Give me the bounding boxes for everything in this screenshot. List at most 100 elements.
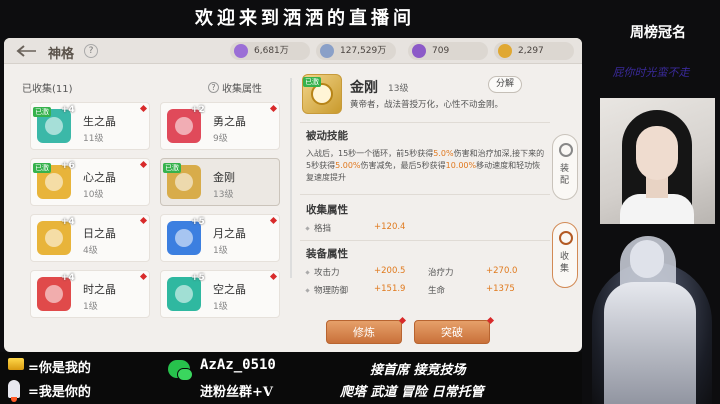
- plus-level: +5: [191, 217, 205, 227]
- collected-count: 已收集(11): [22, 84, 73, 95]
- gold-bar-icon: [8, 358, 24, 370]
- crystal-level: 13级: [213, 190, 234, 200]
- panel-header: 神格 ? 6,681万 127,529万 709 2,297: [4, 38, 582, 64]
- crystal-detail: 已激 金刚 13级 黄帝者，战法普授万化，心性不动金刚。 分解 被动技能 入战后…: [300, 68, 550, 352]
- attr-name: 格挡: [314, 224, 332, 234]
- crystal-card-sun[interactable]: +4 日之晶 4级: [30, 214, 150, 262]
- attr-value: +270.0: [486, 266, 518, 276]
- wechat-icon: [168, 360, 193, 381]
- crystal-level: 11级: [83, 134, 104, 144]
- crystal-level: 9级: [213, 134, 228, 144]
- crystal-card-time[interactable]: +4 时之晶 1级: [30, 270, 150, 318]
- red-dot-icon: [139, 272, 148, 281]
- detail-level: 13级: [388, 84, 409, 94]
- crystal-card-vajra[interactable]: 已激 金刚 13级: [160, 158, 280, 206]
- attr-value: +200.5: [374, 266, 406, 276]
- crystal-level: 1级: [213, 302, 228, 312]
- resource-value: 6,681万: [254, 46, 289, 56]
- gold-coin-icon: [498, 44, 512, 58]
- divider: [300, 122, 550, 123]
- owned-tag: 已激: [303, 77, 321, 87]
- tab-collect[interactable]: 收集: [552, 222, 578, 288]
- crystal-name: 时之晶: [83, 283, 116, 296]
- back-arrow-icon: [16, 45, 36, 57]
- attr-row: 物理防御 +151.9 生命 +1375: [300, 284, 550, 298]
- collection-attr-title: 收集属性: [306, 204, 348, 216]
- attr-name: 攻击力: [314, 268, 340, 278]
- red-dot-icon: [139, 160, 148, 169]
- red-dot-icon: [269, 272, 278, 281]
- back-button[interactable]: [12, 42, 42, 60]
- crystal-level: 1级: [83, 302, 98, 312]
- weekly-rank-title: 周榜冠名: [630, 25, 686, 41]
- character-avatar: [582, 222, 720, 404]
- crystal-name: 月之晶: [213, 227, 246, 240]
- list-scrollbar[interactable]: [290, 78, 292, 278]
- plus-level: +4: [61, 105, 75, 115]
- resource-purple-crystal: 6,681万: [230, 42, 310, 60]
- crystal-level: 10级: [83, 190, 104, 200]
- equip-attr-title: 装备属性: [306, 248, 348, 260]
- collection-attributes-link[interactable]: ? 收集属性: [208, 80, 262, 95]
- silver-crystal-icon: [320, 44, 334, 58]
- passive-skill-text: 入战后，15秒一个循环，前5秒获得5.0%伤害和治疗加深,接下来的5秒获得5.0…: [306, 149, 545, 182]
- crystal-card-heart[interactable]: 已激 +6 心之晶 10级: [30, 158, 150, 206]
- tab-label: 装配: [560, 164, 570, 186]
- webcam-feed: [600, 98, 715, 224]
- purple-gem-icon: [412, 44, 426, 58]
- crystal-card-moon[interactable]: +5 月之晶 1级: [160, 214, 280, 262]
- rocket-icon: [8, 380, 20, 402]
- crystal-name: 日之晶: [83, 227, 116, 240]
- attr-row: 攻击力 +200.5 治疗力 +270.0: [300, 266, 550, 280]
- crystal-name: 金刚: [213, 171, 235, 184]
- resource-silver-crystal: 127,529万: [316, 42, 396, 60]
- attr-name: 治疗力: [428, 268, 454, 278]
- collect-icon: [559, 231, 573, 245]
- crystal-card-life[interactable]: 已激 +4 生之晶 11级: [30, 102, 150, 150]
- divine-panel: 神格 ? 6,681万 127,529万 709 2,297 已收集(11) ?…: [4, 38, 582, 352]
- wechat-id: AzAz_0510: [200, 357, 276, 373]
- breakthrough-button[interactable]: 突破: [414, 320, 490, 344]
- attr-value: +1375: [486, 284, 515, 294]
- red-dot-icon: [139, 216, 148, 225]
- attr-name: 生命: [428, 286, 446, 296]
- services-line-1: 接首席 接竞技场: [370, 363, 466, 378]
- plus-level: +4: [61, 217, 75, 227]
- detail-description: 黄帝者，战法普授万化，心性不动金刚。: [350, 100, 504, 110]
- red-dot-icon: [139, 104, 148, 113]
- red-dot-icon: [269, 216, 278, 225]
- crystal-card-void[interactable]: +5 空之晶 1级: [160, 270, 280, 318]
- equip-icon: [559, 143, 573, 157]
- help-icon[interactable]: ?: [84, 44, 98, 58]
- legend-rocket: =我是你的: [28, 385, 91, 400]
- services-line-2: 爬塔 武道 冒险 日常托管: [340, 385, 484, 400]
- crystal-name: 空之晶: [213, 283, 246, 296]
- crystal-card-courage[interactable]: +2 勇之晶 9级: [160, 102, 280, 150]
- owned-tag: 已激: [33, 107, 51, 117]
- detail-name: 金刚: [350, 80, 378, 96]
- attr-value: +120.4: [374, 222, 406, 232]
- decompose-button[interactable]: 分解: [488, 76, 522, 93]
- divider: [300, 194, 550, 195]
- stream-title: 欢迎来到洒洒的直播间: [195, 8, 415, 29]
- cultivate-button[interactable]: 修炼: [326, 320, 402, 344]
- purple-crystal-icon: [234, 44, 248, 58]
- divider: [300, 240, 550, 241]
- page-title: 神格: [48, 47, 75, 62]
- crystal-level: 1级: [213, 246, 228, 256]
- question-icon: ?: [208, 82, 219, 93]
- weekly-rank-name: 屁你时光蛮不走: [612, 66, 690, 79]
- resource-value: 127,529万: [340, 46, 387, 56]
- collection-list: 已收集(11) ? 收集属性 已激 +4 生之晶 11级 +2 勇之晶 9级 已…: [22, 68, 282, 352]
- plus-level: +4: [61, 273, 75, 283]
- owned-tag: 已激: [163, 163, 181, 173]
- tab-equip[interactable]: 装配: [552, 134, 578, 200]
- crystal-name: 心之晶: [83, 171, 116, 184]
- resource-gold-coin: 2,297: [494, 42, 574, 60]
- attr-value: +151.9: [374, 284, 406, 294]
- resource-purple-gem: 709: [408, 42, 488, 60]
- vajra-icon: 已激: [302, 74, 342, 114]
- wechat-note: 进粉丝群+V: [200, 385, 273, 400]
- plus-level: +2: [191, 105, 205, 115]
- crystal-name: 生之晶: [83, 115, 116, 128]
